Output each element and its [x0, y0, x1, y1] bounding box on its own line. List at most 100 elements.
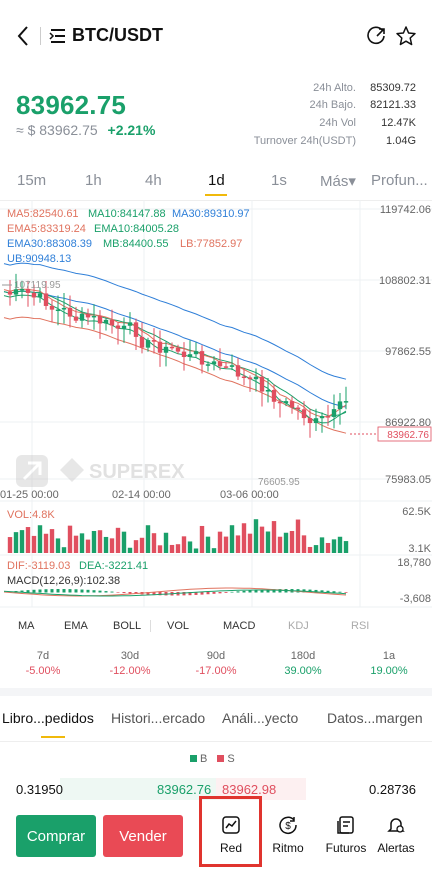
volume-bar [343, 541, 349, 553]
ind-ema[interactable]: EMA [64, 620, 88, 632]
ind-macd[interactable]: MACD [223, 620, 255, 632]
volume-bar [37, 525, 43, 553]
tf-1s[interactable]: 1s [271, 172, 287, 189]
date-tick-3: 03-06 00:00 [220, 489, 279, 501]
tab-market-history[interactable]: Histori...ercado [111, 710, 205, 726]
tf-more[interactable]: Más▾ [320, 172, 356, 190]
candle-body [217, 361, 223, 367]
tf-depth[interactable]: Profun... [371, 172, 428, 189]
price-tick-5: 75983.05 [385, 474, 431, 486]
candle-body [253, 376, 259, 380]
candle-body [235, 365, 241, 377]
tf-15m[interactable]: 15m [17, 172, 46, 189]
volume-bar [127, 547, 133, 553]
kline-chart[interactable]: SUPEREX MA5:82540.61 MA10:84147.88 MA30:… [0, 200, 432, 610]
macd-bar [98, 590, 102, 593]
candle-body [163, 346, 169, 353]
ind-divider [150, 620, 151, 632]
sell-button[interactable]: Vender [103, 815, 183, 857]
perf-1a-label: 1a [382, 650, 396, 662]
perf-7d-value: -5.00% [25, 665, 61, 677]
document-icon [337, 816, 354, 834]
candle-body [247, 377, 253, 380]
stat-high: 24h Alto. 85309.72 [313, 82, 416, 94]
macd-bar [62, 589, 66, 593]
candle-body [115, 325, 121, 329]
ind-boll[interactable]: BOLL [113, 620, 141, 632]
volume-bar [97, 530, 103, 553]
candle-body [229, 365, 235, 367]
macd-bar [230, 591, 234, 593]
nav-ritmo-label: Ritmo [272, 841, 304, 855]
candle-body [43, 293, 49, 306]
nav-futuros-label: Futuros [325, 841, 367, 855]
tab-project-analysis[interactable]: Análi...yecto [222, 710, 298, 726]
tf-4h[interactable]: 4h [145, 172, 162, 189]
volume-bar [67, 525, 73, 553]
ind-rsi[interactable]: RSI [351, 620, 369, 632]
vol-label: VOL:4.8K [7, 509, 55, 521]
ma5-label: MA5:82540.61 [7, 208, 79, 220]
candle-body [37, 293, 43, 298]
candle-body [7, 291, 13, 295]
buy-button[interactable]: Comprar [16, 815, 96, 857]
perf-1a-value: 19.00% [370, 665, 408, 677]
last-price: 83962.75 [16, 90, 127, 120]
menu-icon[interactable] [49, 27, 67, 45]
volume-bar [19, 530, 25, 553]
ind-kdj[interactable]: KDJ [288, 620, 309, 632]
candle-body [307, 418, 313, 424]
ask-price[interactable]: 83962.98 [222, 782, 276, 797]
dif-label: DIF:-3119.03 [7, 560, 70, 572]
star-icon[interactable] [395, 25, 417, 47]
candle-body [175, 347, 181, 352]
volume-bar [337, 536, 343, 553]
volume-bar [187, 541, 193, 553]
ind-vol[interactable]: VOL [167, 620, 189, 632]
ema5-label: EMA5:83319.24 [7, 223, 86, 235]
perf-30d-label: 30d [120, 650, 140, 662]
tf-1d[interactable]: 1d [208, 172, 225, 189]
candle-body [265, 389, 271, 392]
macd-bar [56, 589, 60, 593]
nav-ritmo[interactable]: $ Ritmo [262, 815, 314, 855]
volume-bar [121, 531, 127, 553]
macd-bar [110, 591, 114, 593]
share-icon[interactable] [367, 26, 387, 46]
candle-body [241, 376, 247, 379]
ma30-label: MA30:89310.97 [172, 208, 250, 220]
ema10-label: EMA10:84005.28 [94, 223, 179, 235]
ma10-label: MA10:84147.88 [88, 208, 166, 220]
low-marker: 76605.95 [258, 477, 300, 488]
nav-futuros[interactable]: Futuros [320, 815, 372, 855]
ask-qty: 0.28736 [369, 782, 416, 797]
volume-bar [235, 535, 241, 553]
tab-orderbook[interactable]: Libro...pedidos [2, 710, 94, 726]
macd-bar [242, 590, 246, 593]
perf-90d-value: -17.00% [195, 665, 237, 677]
candle-body [301, 409, 307, 419]
volume-bar [55, 538, 61, 553]
approx-usd-value: ≈ $ 83962.75 [16, 122, 98, 138]
perf-30d-value: -12.00% [109, 665, 151, 677]
candle-body [277, 401, 283, 404]
macd-bar [50, 589, 54, 593]
volume-bar [223, 536, 229, 553]
pair-title[interactable]: BTC/USDT [72, 25, 163, 46]
back-icon[interactable] [14, 24, 34, 48]
volume-bar [103, 536, 109, 553]
ind-ma[interactable]: MA [18, 620, 35, 632]
candle-body [121, 325, 127, 329]
tab-margin-data[interactable]: Datos...margen [327, 710, 423, 726]
nav-alertas[interactable]: Alertas [370, 815, 422, 855]
bid-price[interactable]: 83962.76 [157, 782, 211, 797]
dollar-cycle-icon: $ [279, 816, 297, 834]
candle-body [133, 322, 139, 337]
volume-bar [217, 531, 223, 553]
volume-bar [91, 530, 97, 553]
macd-bar [68, 589, 72, 593]
top-bar: BTC/USDT [0, 0, 432, 72]
tf-1h[interactable]: 1h [85, 172, 102, 189]
candle-body [157, 341, 163, 353]
candle-body [31, 292, 37, 298]
